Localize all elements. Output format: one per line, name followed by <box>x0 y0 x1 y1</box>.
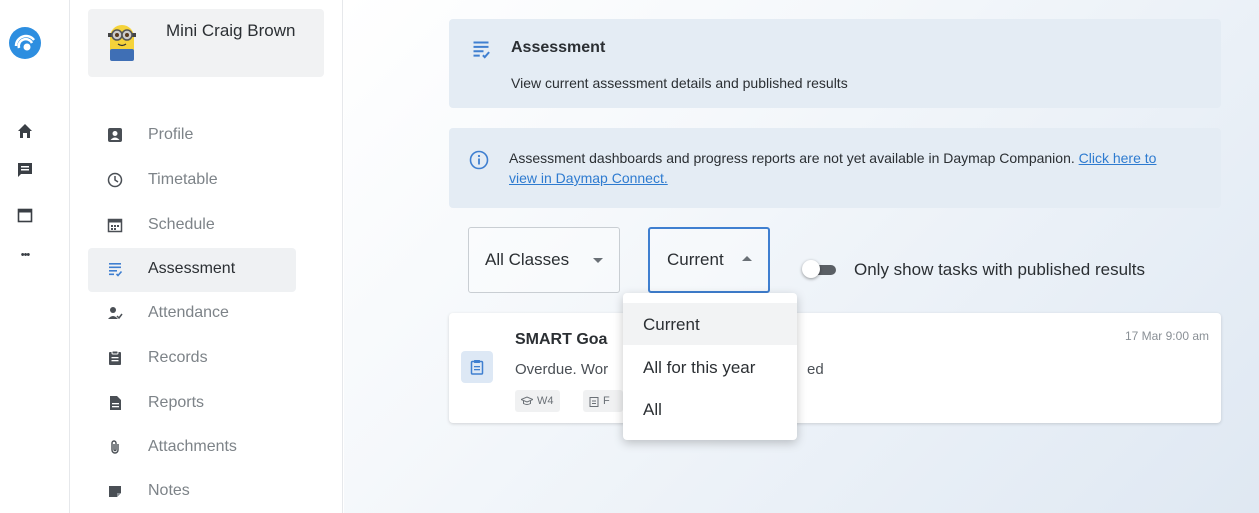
sidebar-item-reports[interactable]: Reports <box>88 382 296 426</box>
sidebar-item-label: Schedule <box>148 216 215 233</box>
task-type-label: F <box>603 395 610 407</box>
more-icon[interactable]: ••• <box>15 245 35 265</box>
assessment-icon <box>106 260 124 278</box>
dropdown-option-current[interactable]: Current <box>623 303 797 345</box>
avatar <box>102 21 142 65</box>
toggle-label: Only show tasks with published results <box>854 260 1146 279</box>
sidebar-item-label: Notes <box>148 482 190 499</box>
dropdown-option-all[interactable]: All <box>623 388 797 430</box>
task-class-chip: W4 <box>515 390 560 412</box>
user-name: Mini Craig Brown <box>166 21 296 40</box>
info-banner: Assessment dashboards and progress repor… <box>449 128 1221 208</box>
period-dropdown-menu: Current All for this year All <box>623 293 797 440</box>
task-type-chip: F <box>583 390 623 412</box>
chat-icon[interactable] <box>15 160 35 180</box>
task-card[interactable]: SMART Goa Overdue. Wor ed 17 Mar 9:00 am… <box>449 313 1221 423</box>
sidebar-item-label: Profile <box>148 126 194 143</box>
dropdown-option-all-for-this-year[interactable]: All for this year <box>623 346 797 388</box>
sidebar-item-attendance[interactable]: Attendance <box>88 292 296 336</box>
sidebar-item-label: Records <box>148 349 208 366</box>
clock-icon <box>106 171 124 189</box>
period-filter-label: Current <box>667 250 724 269</box>
caret-down-icon <box>593 258 603 263</box>
reports-icon <box>106 394 124 412</box>
class-filter-label: All Classes <box>485 250 570 269</box>
task-status-start: Overdue. Wor <box>515 361 609 378</box>
records-icon <box>106 349 124 367</box>
page-title: Assessment <box>511 39 606 56</box>
task-class-label: W4 <box>537 395 554 407</box>
sidebar-item-timetable[interactable]: Timetable <box>88 159 296 203</box>
task-due-date: 17 Mar 9:00 am <box>1124 329 1209 343</box>
published-results-toggle[interactable] <box>802 260 838 278</box>
info-message: Assessment dashboards and progress repor… <box>509 150 1075 166</box>
sidebar-item-records[interactable]: Records <box>88 337 296 381</box>
sidebar-item-assessment[interactable]: Assessment <box>88 248 296 292</box>
home-icon[interactable] <box>15 121 35 141</box>
sidebar-item-label: Attachments <box>148 438 237 455</box>
task-title: SMART Goa <box>515 331 608 348</box>
period-filter-dropdown[interactable]: Current <box>648 227 770 293</box>
schedule-icon <box>106 216 124 234</box>
attendance-icon <box>106 304 124 322</box>
class-filter-dropdown[interactable]: All Classes <box>468 227 620 293</box>
page-subtitle: View current assessment details and publ… <box>511 75 848 91</box>
sidebar-item-label: Attendance <box>148 304 229 321</box>
clipboard-icon <box>461 351 493 383</box>
info-text: Assessment dashboards and progress repor… <box>509 148 1179 188</box>
info-icon <box>469 150 489 170</box>
paperclip-icon <box>106 438 124 456</box>
sidebar-item-label: Assessment <box>148 260 236 277</box>
toggle-knob <box>802 260 820 278</box>
sidebar-item-profile[interactable]: Profile <box>88 114 296 158</box>
user-card[interactable]: Mini Craig Brown <box>88 9 324 77</box>
sidebar-item-label: Timetable <box>148 171 218 188</box>
clipboard-icon <box>589 396 599 407</box>
daymap-logo-icon[interactable] <box>8 26 42 60</box>
sidebar-item-notes[interactable]: Notes <box>88 470 296 513</box>
assessment-icon <box>471 39 491 59</box>
main-content: Assessment View current assessment detai… <box>344 0 1259 513</box>
page-header: Assessment View current assessment detai… <box>449 19 1221 108</box>
profile-icon <box>106 126 124 144</box>
graduation-cap-icon <box>521 396 533 405</box>
task-status-end: ed <box>807 361 824 378</box>
notes-icon <box>106 482 124 500</box>
sidebar-item-schedule[interactable]: Schedule <box>88 204 296 248</box>
icon-rail: ••• <box>0 0 70 513</box>
sidebar-item-attachments[interactable]: Attachments <box>88 426 296 470</box>
calendar-icon[interactable] <box>15 205 35 225</box>
caret-up-icon <box>742 256 752 261</box>
nav-panel: Mini Craig Brown Profile Timetable Sched… <box>71 0 343 513</box>
task-status: Overdue. Wor ed <box>515 361 824 378</box>
sidebar-item-label: Reports <box>148 394 205 411</box>
